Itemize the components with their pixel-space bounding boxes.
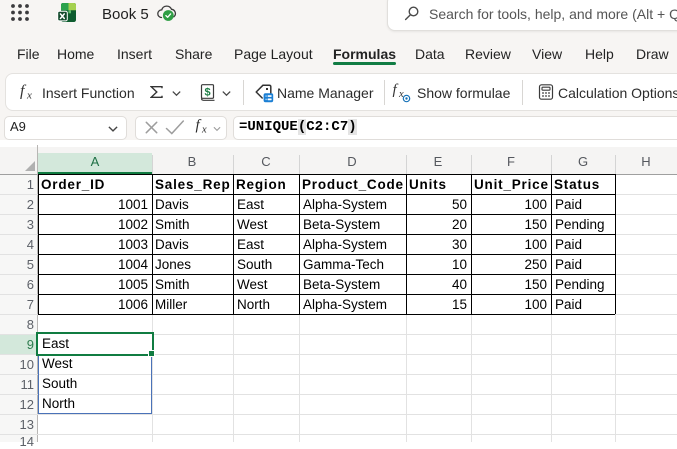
svg-text:f: f xyxy=(196,118,202,134)
svg-text:$: $ xyxy=(204,87,210,99)
svg-text:f: f xyxy=(20,83,27,100)
svg-text:x: x xyxy=(26,90,32,102)
svg-text:x: x xyxy=(201,125,207,136)
svg-text:f: f xyxy=(393,82,399,98)
